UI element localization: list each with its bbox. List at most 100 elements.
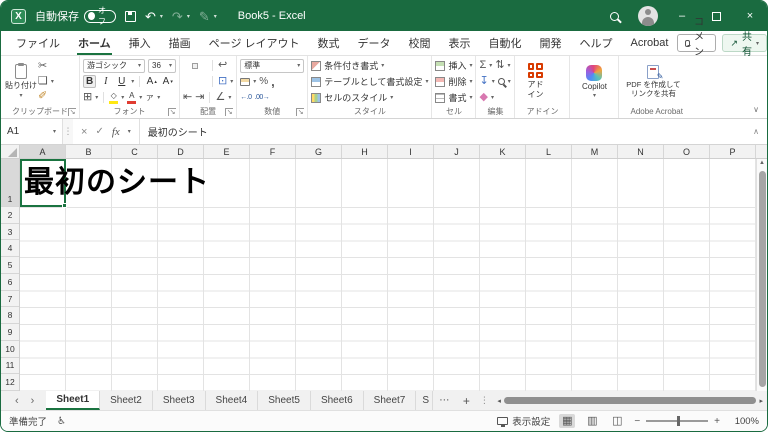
copy-icon[interactable]: ❏ [38, 76, 48, 87]
account-button[interactable] [631, 1, 665, 31]
row-header[interactable]: 11 [1, 358, 19, 375]
qat-customize-icon[interactable]: ▾ [214, 13, 217, 20]
row-header[interactable]: 1 [1, 159, 19, 207]
cells-menu-item[interactable]: 挿入 ▾ [435, 58, 472, 73]
share-button[interactable]: ↗ 共有 ▾ [722, 32, 767, 58]
ribbon-tab[interactable]: ホーム [69, 31, 120, 55]
underline-dropdown-icon[interactable]: ▾ [131, 78, 134, 85]
merge-center-icon[interactable]: ⊡ [218, 76, 227, 87]
addins-button[interactable]: アドイン [518, 58, 552, 105]
row-header[interactable]: 10 [1, 341, 19, 358]
align-center-button[interactable] [192, 79, 198, 85]
undo-icon[interactable]: ↶ [145, 10, 156, 23]
formula-input[interactable]: 最初のシート [139, 119, 745, 144]
format-painter-icon[interactable]: ✐ [38, 91, 47, 102]
row-header[interactable]: 6 [1, 274, 19, 291]
fill-down-icon[interactable]: ↧ [479, 76, 488, 87]
paste-button[interactable]: 貼り付け ▾ [4, 58, 38, 105]
column-header[interactable]: G [296, 145, 342, 158]
pen-icon[interactable]: ✎ [199, 10, 210, 23]
cells-area[interactable]: 最初のシート [20, 159, 756, 391]
column-header[interactable]: N [618, 145, 664, 158]
find-select-icon[interactable] [497, 78, 505, 85]
row-header[interactable]: 4 [1, 240, 19, 258]
ribbon-tab[interactable]: 数式 [309, 31, 349, 55]
row-header[interactable]: 9 [1, 324, 19, 341]
column-header[interactable]: M [572, 145, 618, 158]
sheet-tab[interactable]: Sheet4 [206, 391, 259, 410]
sheet-tab-clipped[interactable]: S [416, 391, 434, 410]
autosave-toggle[interactable]: オフ [84, 6, 116, 26]
sheet-tab[interactable]: Sheet7 [364, 391, 417, 410]
fx-dropdown-icon[interactable]: ▾ [128, 128, 131, 135]
ruby-icon[interactable]: ァ [145, 93, 154, 102]
prev-sheet-icon[interactable]: ‹ [15, 395, 19, 407]
currency-format-icon[interactable] [240, 77, 251, 86]
align-top-button[interactable] [183, 63, 189, 69]
increase-font-button[interactable]: A ▴ [145, 76, 158, 87]
autosum-icon[interactable]: Σ [479, 60, 486, 71]
row-header[interactable]: 3 [1, 224, 19, 241]
new-sheet-icon[interactable]: + [455, 391, 477, 410]
align-left-button[interactable] [183, 79, 189, 85]
row-header[interactable]: 2 [1, 207, 19, 224]
wrap-text-icon[interactable]: ↩ [218, 60, 227, 71]
zoom-level[interactable]: 100% [729, 416, 759, 427]
number-format-select[interactable]: 標準 ▾ [240, 58, 305, 73]
underline-button[interactable]: U [115, 76, 128, 87]
ribbon-tab[interactable]: 挿入 [120, 31, 160, 55]
normal-view-icon[interactable]: ▦ [559, 414, 576, 428]
column-header[interactable]: J [434, 145, 480, 158]
orientation-icon[interactable]: ∠ [215, 92, 225, 103]
decrease-font-button[interactable]: A ▾ [161, 76, 174, 87]
vertical-scrollbar[interactable]: ▲ [756, 159, 767, 391]
ribbon-tab[interactable]: データ [349, 31, 400, 55]
ribbon-tab[interactable]: Acrobat [622, 31, 678, 55]
expand-formula-bar-icon[interactable]: ∧ [745, 119, 767, 144]
column-header[interactable]: E [204, 145, 250, 158]
clipboard-dialog-launcher-icon[interactable]: ↘ [68, 108, 76, 116]
cut-icon[interactable]: ✂ [38, 61, 47, 72]
zoom-slider-thumb[interactable] [677, 416, 681, 426]
collapse-ribbon-icon[interactable]: ∨ [753, 105, 759, 114]
align-middle-button[interactable] [192, 62, 198, 69]
styles-menu-item[interactable]: セルのスタイル ▾ [311, 90, 428, 105]
column-header[interactable]: C [112, 145, 158, 158]
name-box[interactable]: A1 ▾ [1, 119, 63, 144]
italic-button[interactable]: I [99, 76, 112, 87]
name-box-dropdown-icon[interactable]: ▾ [53, 128, 56, 135]
percent-style-icon[interactable]: % [259, 76, 268, 87]
number-dialog-launcher-icon[interactable]: ↘ [296, 108, 305, 116]
align-right-button[interactable] [201, 79, 207, 85]
zoom-in-icon[interactable]: + [714, 416, 720, 427]
ribbon-tab[interactable]: ファイル [7, 31, 69, 55]
row-header[interactable]: 12 [1, 374, 19, 392]
scroll-right-icon[interactable]: ▸ [759, 397, 763, 405]
comma-style-icon[interactable]: , [271, 75, 275, 88]
zoom-slider[interactable] [646, 416, 709, 426]
ribbon-tab[interactable]: ヘルプ [571, 31, 622, 55]
alignment-dialog-launcher-icon[interactable]: ↘ [225, 108, 234, 116]
column-header[interactable]: F [250, 145, 296, 158]
font-color-button[interactable]: A [127, 91, 137, 104]
cancel-entry-icon[interactable]: × [81, 126, 87, 138]
zoom-out-icon[interactable]: − [634, 416, 640, 427]
font-name-select[interactable]: 游ゴシック ▾ [83, 58, 145, 73]
copilot-button[interactable]: Copilot ▾ [573, 58, 615, 105]
next-sheet-icon[interactable]: › [31, 395, 35, 407]
name-box-resize-handle[interactable]: ⋮ [63, 119, 73, 144]
column-header[interactable]: B [66, 145, 112, 158]
sheet-tab[interactable]: Sheet2 [100, 391, 153, 410]
ribbon-tab[interactable]: 描画 [160, 31, 200, 55]
ribbon-tab[interactable]: 開発 [531, 31, 571, 55]
select-all-corner[interactable] [1, 145, 20, 158]
sheet-tab[interactable]: Sheet1 [46, 391, 101, 410]
page-layout-view-icon[interactable]: ▥ [584, 414, 600, 428]
column-header[interactable]: L [526, 145, 572, 158]
bold-button[interactable]: B [83, 75, 97, 88]
ribbon-tab[interactable]: 校閲 [400, 31, 440, 55]
save-icon[interactable] [125, 10, 136, 22]
cells-menu-item[interactable]: 書式 ▾ [435, 90, 472, 105]
ribbon-tab[interactable]: 表示 [440, 31, 480, 55]
tab-scrollbar-splitter[interactable]: ⋮ [477, 391, 491, 410]
